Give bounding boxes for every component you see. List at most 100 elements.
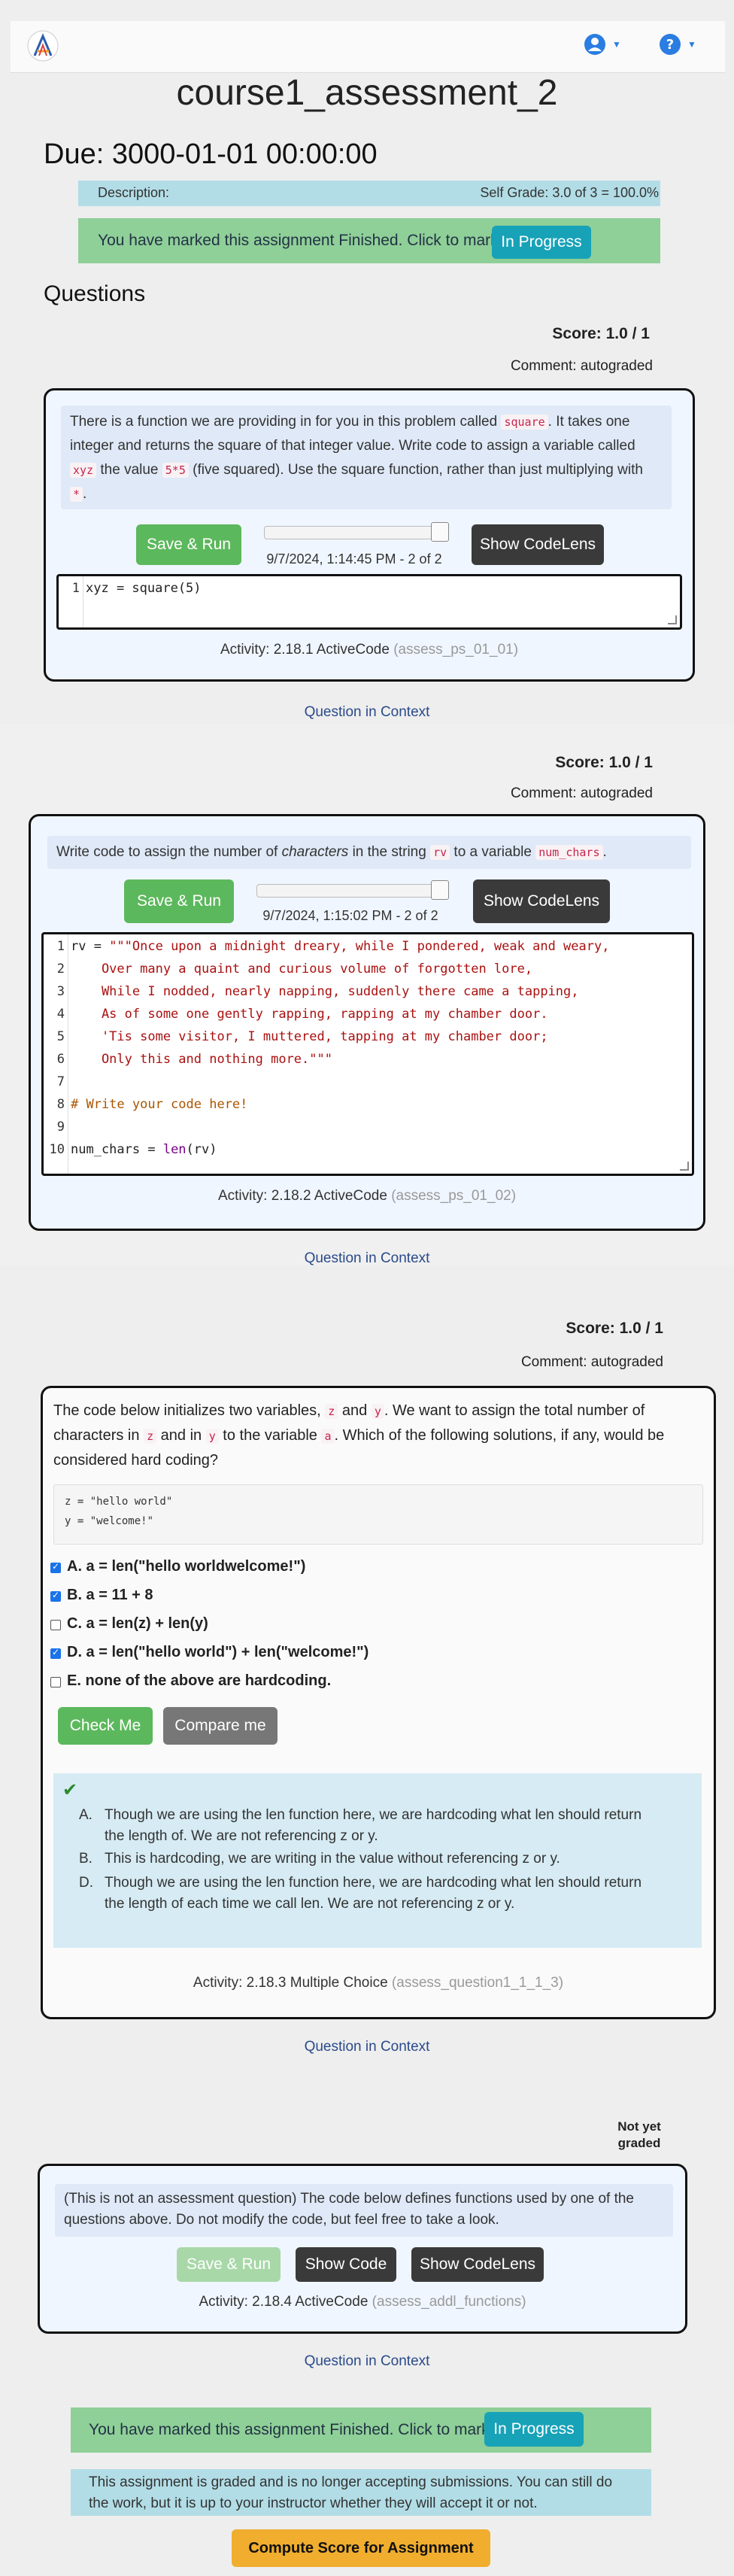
q3-prompt-code: z	[325, 1404, 338, 1419]
q3-context-link[interactable]: Question in Context	[0, 2039, 734, 2055]
q3-prompt-code: z	[144, 1429, 157, 1444]
option-e-checkbox[interactable]	[50, 1677, 61, 1687]
option-b-label[interactable]: B. a = 11 + 8	[67, 1587, 153, 1604]
line-number: 4	[56, 1007, 65, 1022]
navbar: ▼ ? ▼	[11, 21, 725, 73]
q1-prompt-code: *	[70, 487, 83, 502]
q1-prompt: There is a function we are providing in …	[61, 406, 672, 509]
q3-prompt-text: and	[338, 1402, 372, 1419]
q3-comment: Comment: autograded	[520, 1354, 663, 1370]
q1-prompt-text: the value	[96, 462, 162, 478]
q1-prompt-text: (five squared). Use the square function,…	[188, 462, 643, 478]
feedback-text: Though we are using the len function her…	[105, 1875, 642, 1912]
resize-handle-icon[interactable]	[668, 615, 677, 624]
feedback-letter: A.	[79, 1807, 93, 1823]
feedback-letter: B.	[79, 1851, 93, 1867]
q1-save-run-button[interactable]: Save & Run	[136, 524, 241, 565]
compare-me-button[interactable]: Compare me	[163, 1707, 278, 1745]
code-line: 'Tis some visitor, I muttered, tapping a…	[71, 1029, 548, 1044]
line-number: 9	[56, 1119, 65, 1135]
q2-prompt-code: num_chars	[535, 845, 603, 860]
activity-label: Activity: 2.18.1 ActiveCode	[220, 642, 390, 658]
user-menu[interactable]: ▼	[584, 32, 627, 57]
q4-codelens-button[interactable]: Show CodeLens	[411, 2247, 544, 2282]
q2-comment: Comment: autograded	[510, 785, 653, 801]
q4-prompt: (This is not an assessment question) The…	[55, 2184, 673, 2237]
code-line: Over many a quaint and curious volume of…	[71, 961, 533, 977]
line-number: 1	[56, 939, 65, 954]
q3-activity: Activity: 2.18.3 Multiple Choice (assess…	[43, 1975, 714, 1991]
resize-handle-icon[interactable]	[680, 1162, 689, 1171]
option-a-label[interactable]: A. a = len("hello worldwelcome!")	[67, 1558, 305, 1575]
q1-history-slider[interactable]	[264, 526, 444, 539]
footer-in-progress-button[interactable]: In Progress	[484, 2412, 584, 2447]
activity-label: Activity: 2.18.2 ActiveCode	[217, 1188, 387, 1204]
q1-code-editor[interactable]: 1 xyz = square(5)	[56, 574, 682, 630]
due-date: Due: 3000-01-01 00:00:00	[44, 138, 378, 170]
in-progress-button[interactable]: In Progress	[492, 226, 591, 259]
option-e-label[interactable]: E. none of the above are hardcoding.	[67, 1672, 331, 1690]
q2-slider-thumb[interactable]	[431, 880, 449, 900]
q2-prompt: Write code to assign the number of chara…	[47, 836, 691, 869]
option-d-label[interactable]: D. a = len("hello world") + len("welcome…	[67, 1644, 369, 1661]
option-c-label[interactable]: C. a = len(z) + len(y)	[67, 1615, 208, 1633]
q3-feedback: ✔ A. Though we are using the len functio…	[53, 1773, 702, 1948]
question-circle-icon: ?	[660, 34, 681, 55]
line-number: 6	[56, 1052, 65, 1067]
line-number: 7	[56, 1074, 65, 1089]
option-d-checkbox[interactable]	[50, 1647, 61, 1659]
compute-score-button[interactable]: Compute Score for Assignment	[232, 2529, 490, 2567]
q2-prompt-emphasis: characters	[281, 844, 349, 860]
q2-codelens-button[interactable]: Show CodeLens	[473, 879, 610, 923]
activity-id: (assess_addl_functions)	[372, 2294, 526, 2310]
line-number: 8	[56, 1097, 65, 1112]
line-number: 1	[71, 581, 80, 596]
q2-context-link[interactable]: Question in Context	[0, 1250, 734, 1267]
q1-prompt-text: .	[83, 486, 87, 502]
q2-history-slider[interactable]	[256, 884, 447, 898]
q2-prompt-code: rv	[430, 845, 450, 860]
option-c-checkbox[interactable]	[50, 1620, 61, 1630]
logo-icon[interactable]	[26, 29, 60, 63]
code-token: rv =	[71, 939, 110, 954]
option-a-checkbox[interactable]	[50, 1561, 61, 1573]
code-line: Only this and nothing more."""	[71, 1052, 332, 1067]
q3-prompt-code: y	[205, 1429, 219, 1444]
q4-save-run-button[interactable]: Save & Run	[177, 2247, 281, 2282]
activity-label: Activity: 2.18.3 Multiple Choice	[193, 1975, 388, 1991]
builtin-token: len	[162, 1142, 187, 1157]
q1-score: Score: 1.0 / 1	[552, 325, 650, 342]
activity-label: Activity: 2.18.4 ActiveCode	[199, 2294, 369, 2310]
q2-code-editor[interactable]: 1 rv = """Once upon a midnight dreary, w…	[41, 932, 694, 1176]
line-number: 5	[56, 1029, 65, 1044]
q2-prompt-text: to a variable	[450, 844, 536, 860]
q1-codelens-button[interactable]: Show CodeLens	[472, 524, 604, 565]
q1-slider-thumb[interactable]	[431, 522, 449, 542]
code-line: While I nodded, nearly napping, suddenly…	[71, 984, 579, 999]
q4-context-link[interactable]: Question in Context	[0, 2353, 734, 2370]
q4-status: Not yet graded	[602, 2119, 677, 2152]
checkmark-icon: ✔	[62, 1780, 78, 1800]
q1-activity: Activity: 2.18.1 ActiveCode (assess_ps_0…	[46, 642, 693, 658]
code-line: rv = """Once upon a midnight dreary, whi…	[71, 939, 609, 954]
q3-prompt-code: a	[321, 1429, 335, 1444]
q1-context-link[interactable]: Question in Context	[0, 704, 734, 721]
chevron-down-icon: ▼	[687, 39, 696, 50]
activity-id: (assess_ps_01_01)	[393, 642, 519, 658]
help-menu[interactable]: ? ▼	[659, 32, 702, 57]
q3-prompt-code: y	[371, 1404, 384, 1419]
user-circle-icon	[584, 34, 605, 55]
q2-prompt-text: Write code to assign the number of	[56, 844, 282, 860]
option-b-checkbox[interactable]	[50, 1590, 61, 1602]
show-code-button[interactable]: Show Code	[296, 2247, 396, 2282]
q3-code-block: z = "hello world" y = "welcome!"	[53, 1484, 703, 1545]
q2-prompt-text: .	[602, 844, 607, 860]
code-line: xyz = square(5)	[86, 581, 202, 596]
q2-score: Score: 1.0 / 1	[555, 754, 653, 771]
check-me-button[interactable]: Check Me	[58, 1707, 153, 1745]
line-number: 2	[56, 961, 65, 977]
q3-prompt-text: and in	[156, 1427, 206, 1444]
q1-timestamp: 9/7/2024, 1:14:45 PM - 2 of 2	[266, 551, 442, 567]
activity-id: (assess_question1_1_1_3)	[391, 1975, 564, 1991]
q2-save-run-button[interactable]: Save & Run	[124, 879, 234, 923]
